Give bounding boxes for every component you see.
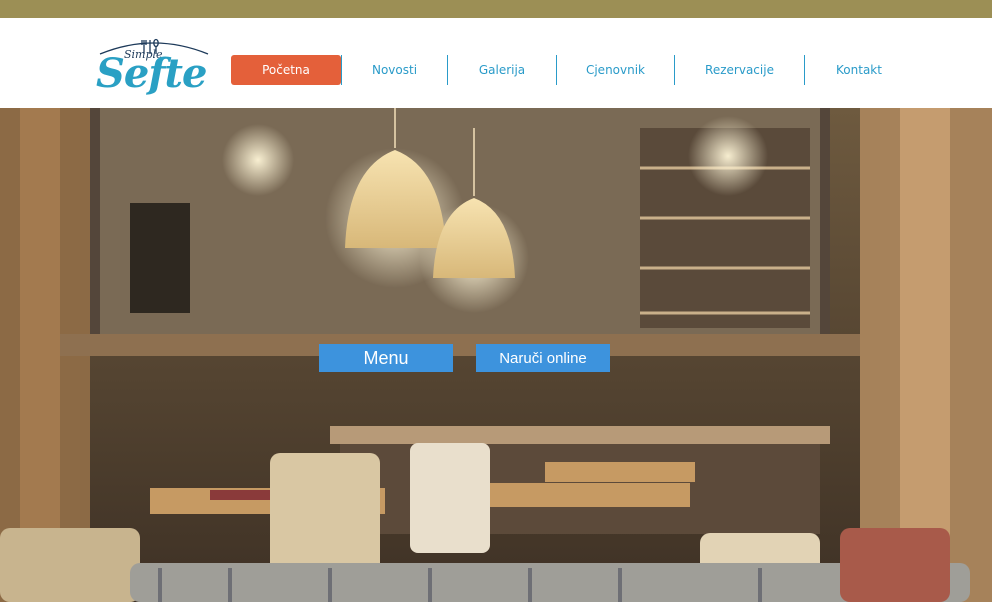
top-accent-bar (0, 0, 992, 18)
nav-item-label: Novosti (371, 63, 418, 77)
menu-button[interactable]: Menu (319, 344, 453, 372)
nav-item-galerija[interactable]: Galerija (448, 55, 556, 85)
site-header: Simple Sefte Početna Novosti Galerija Cj… (0, 18, 992, 108)
nav-item-label: Kontakt (836, 63, 882, 77)
nav-item-label: Početna (262, 63, 310, 77)
nav-item-cjenovnik[interactable]: Cjenovnik (557, 55, 674, 85)
logo-text-main: Sefte (96, 50, 207, 97)
main-navigation: Početna Novosti Galerija Cjenovnik Rezer… (231, 55, 913, 85)
nav-item-rezervacije[interactable]: Rezervacije (675, 55, 804, 85)
site-logo[interactable]: Simple Sefte (94, 28, 214, 106)
nav-item-kontakt[interactable]: Kontakt (805, 55, 913, 85)
nav-item-label: Rezervacije (705, 63, 774, 77)
nav-item-label: Cjenovnik (585, 63, 646, 77)
nav-item-label: Galerija (478, 63, 526, 77)
order-online-button[interactable]: Naruči online (476, 344, 610, 372)
nav-item-novosti[interactable]: Novosti (342, 55, 447, 85)
nav-item-pocetna[interactable]: Početna (231, 55, 341, 85)
